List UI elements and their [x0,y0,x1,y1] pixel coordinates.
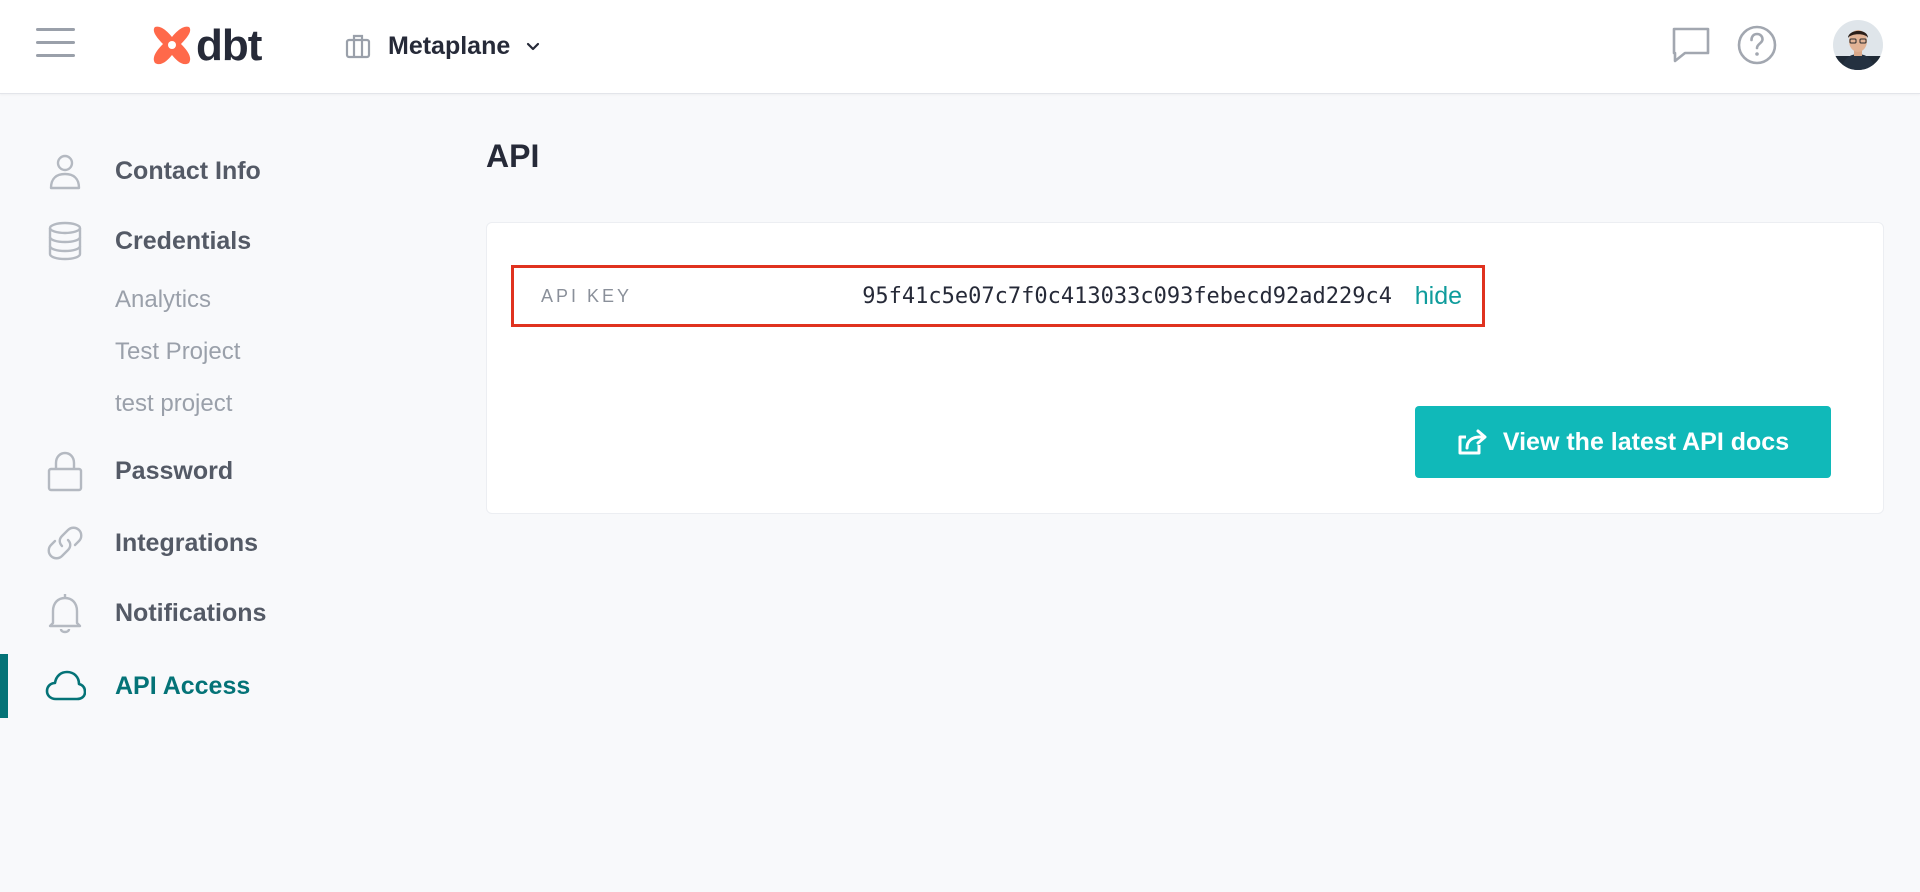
hamburger-menu-icon[interactable] [36,28,78,62]
account-switcher[interactable]: Metaplane [344,26,542,66]
api-key-label: API KEY [541,286,633,306]
bell-icon [48,594,82,634]
dbt-logo[interactable]: dbt [150,20,262,72]
external-share-icon [1458,429,1487,455]
sidebar-item-label: Password [115,456,234,485]
database-icon [48,221,82,261]
sidebar-item-contact-info[interactable]: Contact Info [0,141,420,201]
sidebar-item-label: Notifications [115,598,267,627]
sidebar-item-label: API Access [115,671,251,700]
help-icon[interactable] [1736,24,1778,66]
app-name: dbt [196,21,262,70]
briefcase-icon [345,34,371,59]
sidebar-subitem-test-project-lowercase[interactable]: test project [115,390,232,418]
view-api-docs-label: View the latest API docs [1502,427,1790,456]
chat-icon[interactable] [1670,24,1712,66]
link-icon [47,526,83,560]
account-name: Metaplane [388,31,511,60]
view-api-docs-button[interactable]: View the latest API docs [1415,406,1831,478]
sidebar-item-notifications[interactable]: Notifications [0,583,420,643]
sidebar-item-label: Credentials [115,226,252,255]
api-key-value[interactable]: 95f41c5e07c7f0c413033c093febecd92ad229c4 [862,284,1392,309]
sidebar-item-label: Integrations [115,528,259,557]
hide-api-key-link[interactable]: hide [1415,282,1462,311]
sidebar-item-label: Contact Info [115,156,261,185]
sidebar-item-password[interactable]: Password [0,441,420,501]
user-avatar[interactable] [1833,20,1883,70]
sidebar-item-credentials[interactable]: Credentials [0,211,420,271]
lock-icon [47,451,83,492]
cloud-icon [45,670,86,701]
avatar-image [1833,20,1883,70]
api-card: API KEY 95f41c5e07c7f0c413033c093febecd9… [486,222,1884,514]
chevron-down-icon [527,42,540,51]
sidebar-subitem-test-project[interactable]: Test Project [115,338,240,366]
sidebar-subitem-analytics[interactable]: Analytics [115,286,211,314]
user-icon [49,154,81,190]
sidebar-item-integrations[interactable]: Integrations [0,513,420,573]
top-navigation-bar: dbt Metaplane [0,0,1920,94]
api-key-row: API KEY 95f41c5e07c7f0c413033c093febecd9… [511,265,1485,327]
page-title: API [486,138,540,174]
sidebar-item-api-access[interactable]: API Access [0,656,420,716]
dbt-logo-icon [153,26,191,65]
settings-sidebar: Contact Info Credentials Analytics Test … [0,95,460,892]
